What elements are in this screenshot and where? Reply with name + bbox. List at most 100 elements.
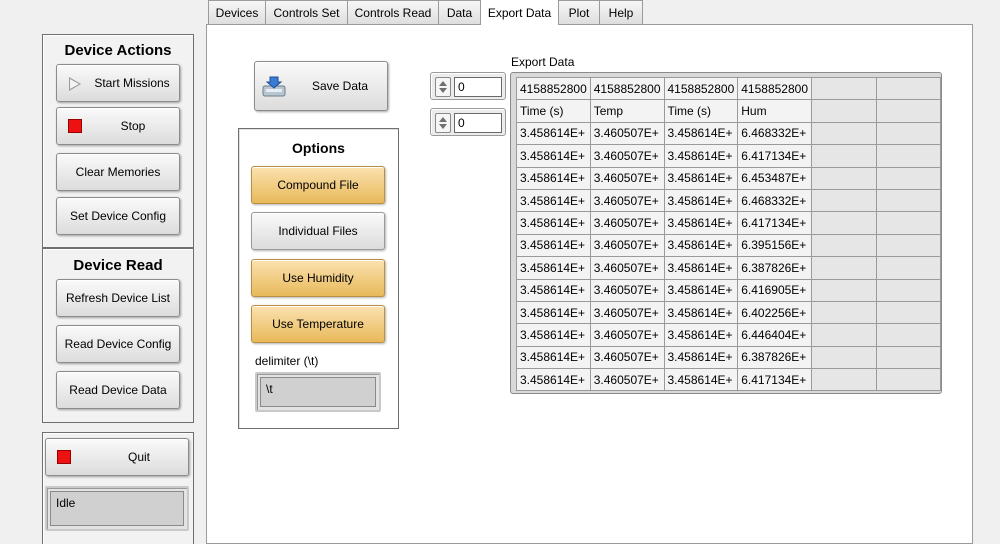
table-cell[interactable]	[811, 233, 877, 258]
table-cell[interactable]: 6.417134E+	[737, 211, 812, 235]
table-cell[interactable]: 4158852800	[516, 76, 591, 101]
table-cell[interactable]: 3.460507E+	[589, 323, 665, 347]
table-cell[interactable]: 3.458614E+	[516, 188, 591, 213]
table-cell[interactable]	[875, 278, 941, 302]
table-cell[interactable]: 3.458614E+	[516, 278, 591, 302]
table-cell[interactable]: 6.416905E+	[737, 278, 812, 302]
row-index-input[interactable]: 0	[454, 77, 502, 97]
table-cell[interactable]: 6.468332E+	[737, 188, 812, 213]
table-cell[interactable]: 3.460507E+	[589, 144, 665, 168]
table-cell[interactable]	[875, 99, 941, 123]
tab-controls-set[interactable]: Controls Set	[265, 0, 348, 24]
table-cell[interactable]: 3.458614E+	[663, 345, 739, 370]
table-cell[interactable]	[811, 76, 877, 101]
refresh-device-list-button[interactable]: Refresh Device List	[56, 279, 180, 317]
table-cell[interactable]: 3.460507E+	[589, 368, 665, 392]
quit-button[interactable]: Quit	[45, 438, 189, 476]
table-cell[interactable]: 3.460507E+	[589, 188, 665, 213]
set-device-config-button[interactable]: Set Device Config	[56, 197, 180, 235]
table-cell[interactable]: 6.417134E+	[737, 144, 812, 168]
export-data-table[interactable]: 4158852800 4158852800 4158852800 4158852800…	[516, 76, 941, 392]
table-cell[interactable]	[875, 166, 941, 190]
table-cell[interactable]: 6.387826E+	[737, 256, 812, 280]
decrement-arrow-icon[interactable]	[439, 124, 447, 129]
table-cell[interactable]	[811, 166, 877, 190]
table-cell[interactable]: 3.458614E+	[516, 233, 591, 258]
clear-memories-button[interactable]: Clear Memories	[56, 153, 180, 191]
table-cell[interactable]: Time (s)	[516, 99, 591, 123]
table-cell[interactable]	[811, 368, 877, 392]
table-cell[interactable]: 3.458614E+	[516, 300, 591, 325]
compound-file-toggle[interactable]: Compound File	[251, 166, 385, 204]
row-index-spinner[interactable]	[435, 77, 451, 97]
table-cell[interactable]	[875, 368, 941, 392]
table-cell[interactable]: 4158852800	[737, 76, 812, 101]
table-cell[interactable]: 6.446404E+	[737, 323, 812, 347]
table-cell[interactable]: 3.458614E+	[663, 188, 739, 213]
table-cell[interactable]: 3.458614E+	[663, 300, 739, 325]
table-cell[interactable]	[875, 76, 941, 101]
start-missions-button[interactable]: Start Missions	[56, 64, 180, 102]
tab-plot[interactable]: Plot	[558, 0, 600, 24]
table-cell[interactable]: 3.458614E+	[663, 166, 739, 190]
table-cell[interactable]	[875, 121, 941, 146]
table-cell[interactable]	[875, 233, 941, 258]
table-cell[interactable]: 3.458614E+	[516, 166, 591, 190]
table-cell[interactable]: 3.458614E+	[663, 256, 739, 280]
table-cell[interactable]: 6.387826E+	[737, 345, 812, 370]
table-cell[interactable]: 3.458614E+	[663, 323, 739, 347]
table-cell[interactable]	[811, 323, 877, 347]
table-cell[interactable]	[875, 188, 941, 213]
tab-help[interactable]: Help	[599, 0, 643, 24]
table-cell[interactable]: 3.460507E+	[589, 211, 665, 235]
table-cell[interactable]	[811, 256, 877, 280]
table-cell[interactable]: 6.402256E+	[737, 300, 812, 325]
tab-data[interactable]: Data	[438, 0, 481, 24]
tab-devices[interactable]: Devices	[208, 0, 266, 24]
table-cell[interactable]: 3.458614E+	[516, 211, 591, 235]
table-cell[interactable]: 3.458614E+	[516, 323, 591, 347]
table-cell[interactable]: Hum	[737, 99, 812, 123]
decrement-arrow-icon[interactable]	[439, 88, 447, 93]
table-cell[interactable]: 3.458614E+	[663, 278, 739, 302]
table-cell[interactable]: 6.417134E+	[737, 368, 812, 392]
table-cell[interactable]	[875, 323, 941, 347]
table-cell[interactable]: 3.458614E+	[516, 256, 591, 280]
table-cell[interactable]	[811, 121, 877, 146]
table-cell[interactable]: 3.460507E+	[589, 278, 665, 302]
table-cell[interactable]	[811, 300, 877, 325]
table-cell[interactable]: 3.458614E+	[516, 345, 591, 370]
col-index-input[interactable]: 0	[454, 113, 502, 133]
read-device-data-button[interactable]: Read Device Data	[56, 371, 180, 409]
table-cell[interactable]	[875, 256, 941, 280]
table-cell[interactable]	[811, 278, 877, 302]
table-cell[interactable]: 3.458614E+	[516, 121, 591, 146]
save-data-button[interactable]: Save Data	[254, 61, 388, 111]
table-cell[interactable]: 3.458614E+	[663, 233, 739, 258]
stop-button[interactable]: Stop	[56, 107, 180, 145]
table-cell[interactable]: 3.458614E+	[663, 368, 739, 392]
table-cell[interactable]: 3.458614E+	[663, 211, 739, 235]
use-humidity-toggle[interactable]: Use Humidity	[251, 259, 385, 297]
delimiter-value[interactable]: \t	[260, 377, 376, 407]
table-cell[interactable]: 3.460507E+	[589, 121, 665, 146]
individual-files-toggle[interactable]: Individual Files	[251, 212, 385, 250]
table-cell[interactable]: 6.453487E+	[737, 166, 812, 190]
table-cell[interactable]	[875, 144, 941, 168]
table-cell[interactable]: Time (s)	[663, 99, 739, 123]
table-cell[interactable]	[811, 211, 877, 235]
table-cell[interactable]: 3.460507E+	[589, 300, 665, 325]
use-temperature-toggle[interactable]: Use Temperature	[251, 305, 385, 343]
col-index-spinner[interactable]	[435, 113, 451, 133]
tab-export-data[interactable]: Export Data	[480, 0, 559, 25]
table-cell[interactable]	[875, 300, 941, 325]
table-cell[interactable]: 4158852800	[663, 76, 739, 101]
increment-arrow-icon[interactable]	[439, 81, 447, 86]
table-cell[interactable]: 4158852800	[589, 76, 665, 101]
read-device-config-button[interactable]: Read Device Config	[56, 325, 180, 363]
table-cell[interactable]	[811, 345, 877, 370]
table-cell[interactable]: 3.458614E+	[516, 144, 591, 168]
table-cell[interactable]	[811, 188, 877, 213]
table-cell[interactable]: Temp	[589, 99, 665, 123]
table-cell[interactable]: 3.460507E+	[589, 256, 665, 280]
